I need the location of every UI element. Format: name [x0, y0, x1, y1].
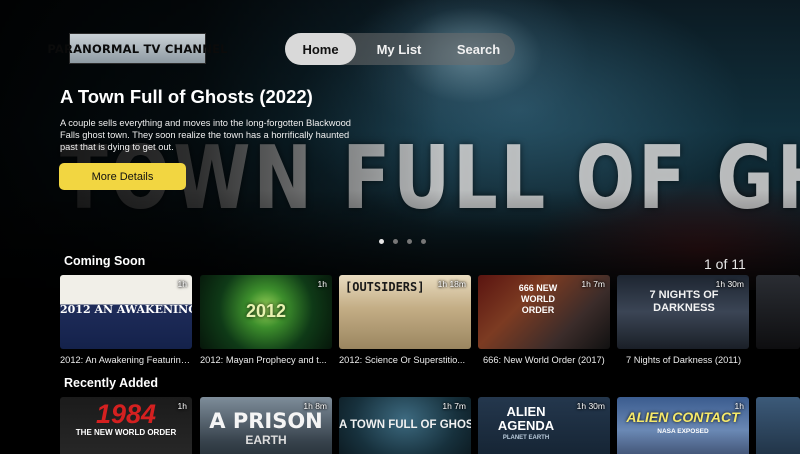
- duration-badge: 1h: [177, 401, 187, 411]
- carousel-dot[interactable]: [407, 239, 412, 244]
- tile-title: 2012: Science Or Superstitio...: [339, 355, 466, 365]
- poster-tile[interactable]: 2012 AN AWAKENING 1h: [60, 275, 192, 349]
- duration-badge: 1h: [177, 279, 187, 289]
- poster-subtitle-art: THE NEW WORLD ORDER: [75, 428, 177, 437]
- app-screen: TOWN FULL OF GHOSTS PARANORMAL TV CHANNE…: [0, 0, 800, 454]
- poster-image: [756, 397, 800, 454]
- poster-tile[interactable]: [OUTSIDERS] 1h 18m: [339, 275, 471, 349]
- poster-title-art: A TOWN FULL OF GHOSTS: [339, 419, 471, 431]
- hero-description: A couple sells everything and moves into…: [60, 118, 351, 152]
- row-counter: 1 of 11: [704, 256, 746, 272]
- duration-badge: 1h 8m: [303, 401, 327, 411]
- tab-search[interactable]: Search: [442, 33, 515, 65]
- poster-tile-partial[interactable]: [756, 397, 800, 454]
- poster-title-art: 666 NEW WORLD ORDER: [518, 283, 558, 315]
- carousel-dot[interactable]: [421, 239, 426, 244]
- poster-title-art: ALIEN CONTACT: [626, 409, 740, 425]
- poster-image: [756, 275, 800, 349]
- poster-title-art: 1984: [95, 399, 157, 429]
- tile-title: 666: New World Order (2017): [483, 355, 605, 365]
- poster-subtitle-art: NASA EXPOSED: [657, 428, 709, 435]
- poster-tile-partial[interactable]: [756, 275, 800, 349]
- hero-title: A Town Full of Ghosts (2022): [60, 86, 313, 107]
- hero-carousel-indicator: [379, 239, 426, 244]
- poster-subtitle-art: EARTH: [245, 433, 287, 447]
- poster-tile[interactable]: A PRISON EARTH 1h 8m: [200, 397, 332, 454]
- tab-my-list[interactable]: My List: [356, 33, 442, 65]
- tile-title: 2012: Mayan Prophecy and t...: [200, 355, 327, 365]
- carousel-dot[interactable]: [379, 239, 384, 244]
- poster-title-art: 2012 AN AWAKENING: [60, 303, 192, 316]
- poster-tile[interactable]: 2012 1h: [200, 275, 332, 349]
- poster-title-art: [OUTSIDERS]: [345, 280, 425, 294]
- poster-subtitle-art: PLANET EARTH: [502, 435, 550, 441]
- poster-tile[interactable]: ALIEN AGENDA PLANET EARTH 1h 30m: [478, 397, 610, 454]
- more-details-button[interactable]: More Details: [59, 163, 186, 190]
- channel-logo-text: PARANORMAL TV CHANNEL: [47, 41, 228, 56]
- tile-title: 7 Nights of Darkness (2011): [626, 355, 742, 365]
- duration-badge: 1h 7m: [442, 401, 466, 411]
- duration-badge: 1h 18m: [437, 279, 466, 289]
- poster-title-art: 2012: [245, 301, 287, 321]
- duration-badge: 1h 7m: [581, 279, 605, 289]
- poster-title-art: ALIEN AGENDA: [497, 404, 555, 433]
- carousel-dot[interactable]: [393, 239, 398, 244]
- channel-logo[interactable]: PARANORMAL TV CHANNEL: [47, 33, 227, 64]
- poster-title-art: 7 NIGHTS OF DARKNESS: [649, 289, 719, 314]
- poster-tile[interactable]: 7 NIGHTS OF DARKNESS 1h 30m: [617, 275, 749, 349]
- poster-tile[interactable]: 666 NEW WORLD ORDER 1h 7m: [478, 275, 610, 349]
- poster-title-art: A PRISON: [209, 409, 323, 433]
- duration-badge: 1h: [734, 401, 744, 411]
- poster-tile[interactable]: ALIEN CONTACT NASA EXPOSED 1h: [617, 397, 749, 454]
- poster-image: [617, 397, 749, 454]
- poster-tile[interactable]: 1984 THE NEW WORLD ORDER 1h: [60, 397, 192, 454]
- duration-badge: 1h: [317, 279, 327, 289]
- poster-tile[interactable]: A TOWN FULL OF GHOSTS 1h 7m: [339, 397, 471, 454]
- duration-badge: 1h 30m: [576, 401, 605, 411]
- duration-badge: 1h 30m: [715, 279, 744, 289]
- top-nav: Home My List Search: [285, 33, 515, 65]
- tile-title: 2012: An Awakening Featuring...: [60, 355, 192, 365]
- tab-home[interactable]: Home: [285, 33, 356, 65]
- row-title-recently-added: Recently Added: [64, 376, 159, 390]
- row-title-coming-soon: Coming Soon: [64, 254, 146, 268]
